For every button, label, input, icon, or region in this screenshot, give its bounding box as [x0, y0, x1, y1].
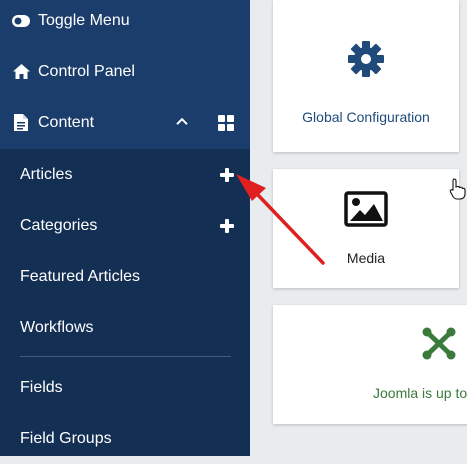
sidebar-item-label: Content	[38, 113, 95, 131]
sidebar-item-label: Featured Articles	[20, 267, 141, 285]
sidebar-item-content[interactable]: Content	[0, 97, 250, 148]
sidebar-item-label: Control Panel	[38, 62, 135, 80]
add-article-icon[interactable]	[220, 167, 234, 182]
toggle-icon	[12, 14, 30, 27]
card-label: Media	[346, 250, 386, 266]
add-category-icon[interactable]	[220, 218, 234, 233]
sidebar-item-label: Workflows	[20, 318, 94, 336]
sidebar-item-label: Articles	[20, 165, 73, 183]
sidebar-item-control-panel[interactable]: Control Panel	[0, 46, 250, 97]
sidebar-item-label: Categories	[20, 216, 98, 234]
sidebar-item-toggle-menu[interactable]: Toggle Menu	[0, 0, 250, 46]
card-label: Joomla is up to	[373, 385, 467, 401]
hand-cursor-icon	[449, 178, 466, 200]
gear-icon	[348, 41, 384, 82]
card-label: Global Configuration	[302, 109, 430, 125]
sidebar-item-label: Fields	[20, 378, 63, 396]
sidebar-item-featured-articles[interactable]: Featured Articles	[0, 251, 250, 302]
joomla-logo-icon	[421, 325, 457, 366]
sidebar-item-categories[interactable]: Categories	[0, 200, 250, 251]
sidebar-divider	[20, 356, 231, 357]
sidebar: Toggle Menu Control Panel Content Articl…	[0, 0, 250, 456]
home-icon	[12, 64, 30, 79]
sidebar-item-workflows[interactable]: Workflows	[0, 302, 250, 353]
sidebar-item-articles[interactable]: Articles	[0, 149, 250, 200]
dashboard-icon[interactable]	[218, 114, 234, 131]
sidebar-item-fields[interactable]: Fields	[0, 362, 250, 413]
sidebar-item-label: Field Groups	[20, 429, 112, 447]
card-media[interactable]: Media	[273, 169, 459, 288]
file-icon	[12, 114, 30, 131]
card-global-configuration[interactable]: Global Configuration	[273, 0, 459, 152]
sidebar-item-field-groups[interactable]: Field Groups	[0, 413, 250, 464]
sidebar-item-label: Toggle Menu	[38, 11, 130, 29]
chevron-up-icon[interactable]	[176, 112, 188, 130]
card-joomla-update[interactable]: Joomla is up to	[273, 305, 467, 424]
image-icon	[344, 191, 388, 232]
